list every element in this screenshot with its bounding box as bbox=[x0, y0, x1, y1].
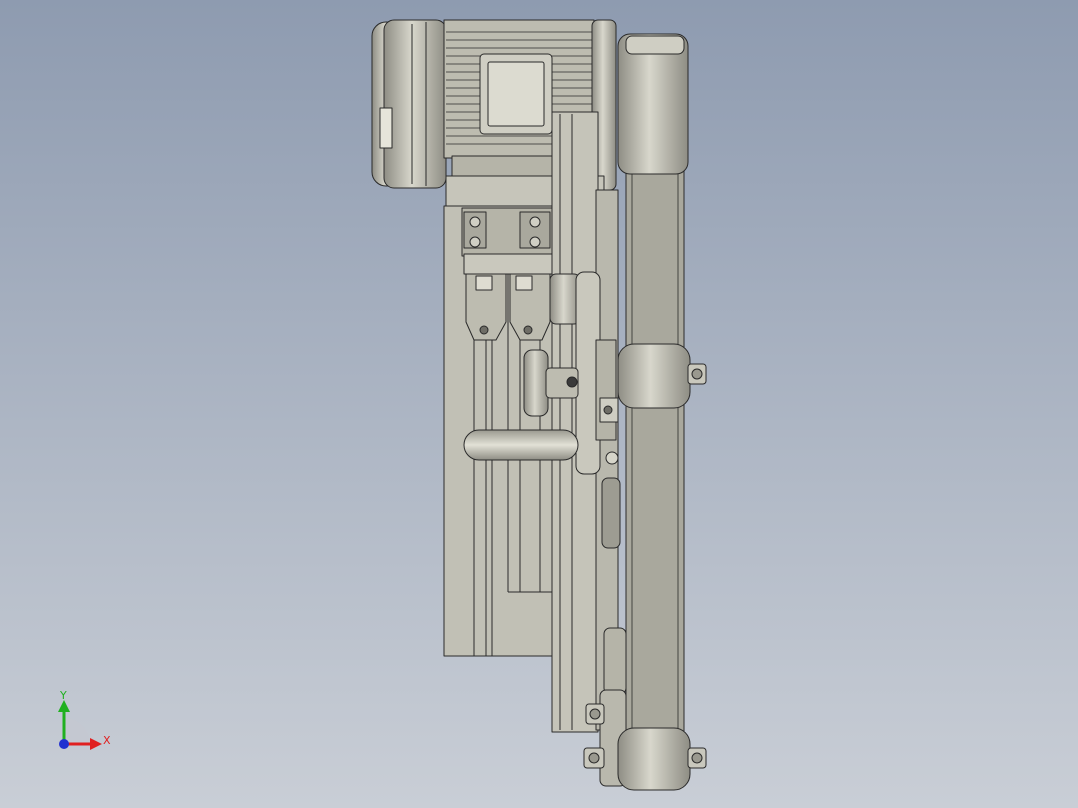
graphics-viewport[interactable]: Y X bbox=[0, 0, 1078, 808]
triad-x-label: X bbox=[103, 734, 111, 747]
drive-wheel bbox=[617, 33, 689, 175]
handle-bar[interactable] bbox=[463, 429, 579, 461]
model-view[interactable]: Y X bbox=[0, 0, 1078, 808]
triad-z-axis bbox=[59, 739, 69, 749]
triad-y-label: Y bbox=[59, 689, 67, 702]
